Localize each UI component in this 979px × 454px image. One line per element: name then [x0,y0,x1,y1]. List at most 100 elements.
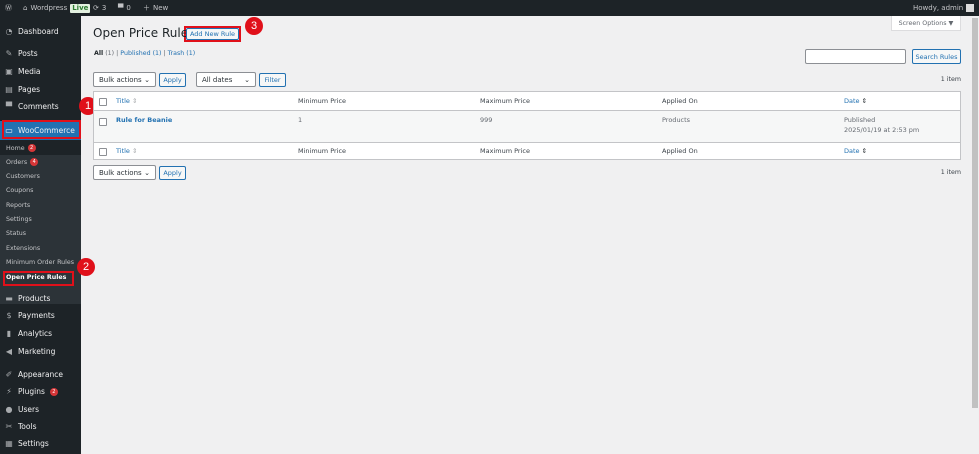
submenu-item-customers[interactable]: Customers [6,173,40,180]
new-link[interactable]: ＋ New [143,0,168,16]
view-all[interactable]: All [94,50,103,57]
row-checkbox[interactable] [99,118,107,126]
annotation-3: 3 [245,17,263,35]
minimum-price: 1 [298,116,303,124]
sidebar-item-plugins[interactable]: ⚡ Plugins 2 [0,383,81,400]
sidebar-item-label: Settings [18,439,49,448]
submenu-item-extensions[interactable]: Extensions [6,245,40,252]
sort-icon: ⇕ [132,147,138,155]
sidebar-item-label: Appearance [18,370,64,379]
column-date[interactable]: Date ⇕ [844,97,867,105]
table-header: Title ⇕ Minimum Price Maximum Price Appl… [94,92,960,111]
sidebar-item-label: Analytics [18,329,53,338]
count-badge: 4 [30,158,39,167]
sidebar-item-label: Pages [18,85,41,94]
sidebar-item-label: Comments [18,102,59,111]
sidebar-item-pages[interactable]: ▤ Pages [0,81,81,98]
sidebar-item-label: Dashboard [18,27,59,36]
item-count-bottom: 1 item [940,169,961,176]
updates-icon: ⟳ [93,4,99,12]
dates-select[interactable]: All dates ⌄ [196,72,256,87]
submenu-item-reports[interactable]: Reports [6,202,30,209]
bulk-actions-select-top[interactable]: Bulk actions ⌄ [93,72,156,87]
submenu-item-minimum-order-rules[interactable]: Minimum Order Rules [6,259,74,266]
pages-icon: ▤ [5,84,13,94]
applied-on: Products [662,116,691,124]
apply-button-top[interactable]: Apply [159,73,186,87]
apply-button-bottom[interactable]: Apply [159,166,186,180]
add-new-rule-button[interactable]: Add New Rule [186,28,239,40]
dashboard-icon: ◔ [5,26,13,36]
submenu-item-settings[interactable]: Settings [6,216,32,223]
comment-icon: ▀ [5,101,13,111]
search-rules-button[interactable]: Search Rules [912,49,961,64]
media-icon: ▣ [5,66,13,76]
view-published[interactable]: Published (1) [120,50,161,57]
updates-link[interactable]: ⟳ 3 [93,0,106,16]
sort-icon: ⇕ [132,97,138,105]
chevron-down-icon: ⌄ [244,75,250,84]
table-row: Rule for Beanie 1 999 Products Published… [94,111,960,142]
sidebar-item-settings[interactable]: ▦ Settings [0,435,81,452]
comments-link[interactable]: ▀ 0 [118,0,131,16]
analytics-icon: ▮ [6,328,12,338]
brush-icon: ✐ [5,369,13,379]
admin-bar: Ⓦ ⌂ Wordpress Live ⟳ 3 ▀ 0 ＋ New Howdy, admin [0,0,979,16]
rule-title-link[interactable]: Rule for Beanie [116,116,172,124]
search-input[interactable] [805,49,906,64]
sidebar-item-payments[interactable]: $ Payments [0,307,81,324]
site-link[interactable]: ⌂ Wordpress Live [23,0,91,16]
live-badge: Live [70,3,91,13]
account-link[interactable]: Howdy, admin [913,0,975,16]
screen-options-button[interactable]: Screen Options ▼ [891,16,961,31]
sidebar-item-marketing[interactable]: ◀ Marketing [0,343,81,360]
sidebar-item-products[interactable]: ▬ Products [0,290,81,307]
sidebar-item-label: Media [18,67,41,76]
column-title[interactable]: Title ⇕ [116,97,137,105]
sidebar-item-analytics[interactable]: ▮ Analytics [0,325,81,342]
select-all-checkbox[interactable] [99,98,107,106]
submenu-item-home[interactable]: Home 2 [6,144,36,152]
filter-button[interactable]: Filter [259,73,286,87]
column-title[interactable]: Title ⇕ [116,147,137,155]
column-date[interactable]: Date ⇕ [844,147,867,155]
sidebar-item-appearance[interactable]: ✐ Appearance [0,366,81,383]
avatar [966,4,975,12]
view-trash[interactable]: Trash (1) [168,50,196,57]
sidebar-item-dashboard[interactable]: ◔ Dashboard [0,23,81,40]
sidebar-item-label: Payments [18,311,55,320]
item-count-top: 1 item [940,76,961,83]
submenu-item-orders[interactable]: Orders 4 [6,158,39,167]
column-minimum-price: Minimum Price [298,97,347,105]
column-maximum-price: Maximum Price [480,97,530,105]
scrollbar[interactable] [971,16,979,454]
wordpress-logo-icon[interactable]: Ⓦ [5,0,12,16]
sidebar-item-users[interactable]: ● Users [0,401,81,418]
status: Published [844,116,876,124]
pin-icon: ✎ [5,48,13,58]
table-footer: Title ⇕ Minimum Price Maximum Price Appl… [94,142,960,160]
maximum-price: 999 [480,116,493,124]
products-icon: ▬ [5,293,13,303]
sidebar-item-media[interactable]: ▣ Media [0,63,81,80]
payments-icon: $ [6,310,12,320]
sidebar-item-label: Users [18,405,40,414]
plus-icon: ＋ [143,4,150,12]
scrollbar-thumb[interactable] [972,18,978,408]
submenu-item-status[interactable]: Status [6,230,26,237]
sidebar-item-tools[interactable]: ✂ Tools [0,418,81,435]
bulk-actions-select-bottom[interactable]: Bulk actions ⌄ [93,165,156,180]
chevron-down-icon: ⌄ [144,75,150,84]
annotation-2: 2 [77,258,95,276]
highlight-box [3,271,74,286]
sidebar-item-label: Posts [18,49,38,58]
view-filters: All (1) | Published (1) | Trash (1) [94,50,196,57]
submenu-item-coupons[interactable]: Coupons [6,187,33,194]
megaphone-icon: ◀ [5,346,13,356]
home-icon: ⌂ [23,4,28,12]
wrench-icon: ✂ [5,421,13,431]
column-minimum-price: Minimum Price [298,147,347,155]
sidebar-item-posts[interactable]: ✎ Posts [0,45,81,62]
select-all-checkbox[interactable] [99,148,107,156]
sidebar-item-comments[interactable]: ▀ Comments [0,98,81,115]
